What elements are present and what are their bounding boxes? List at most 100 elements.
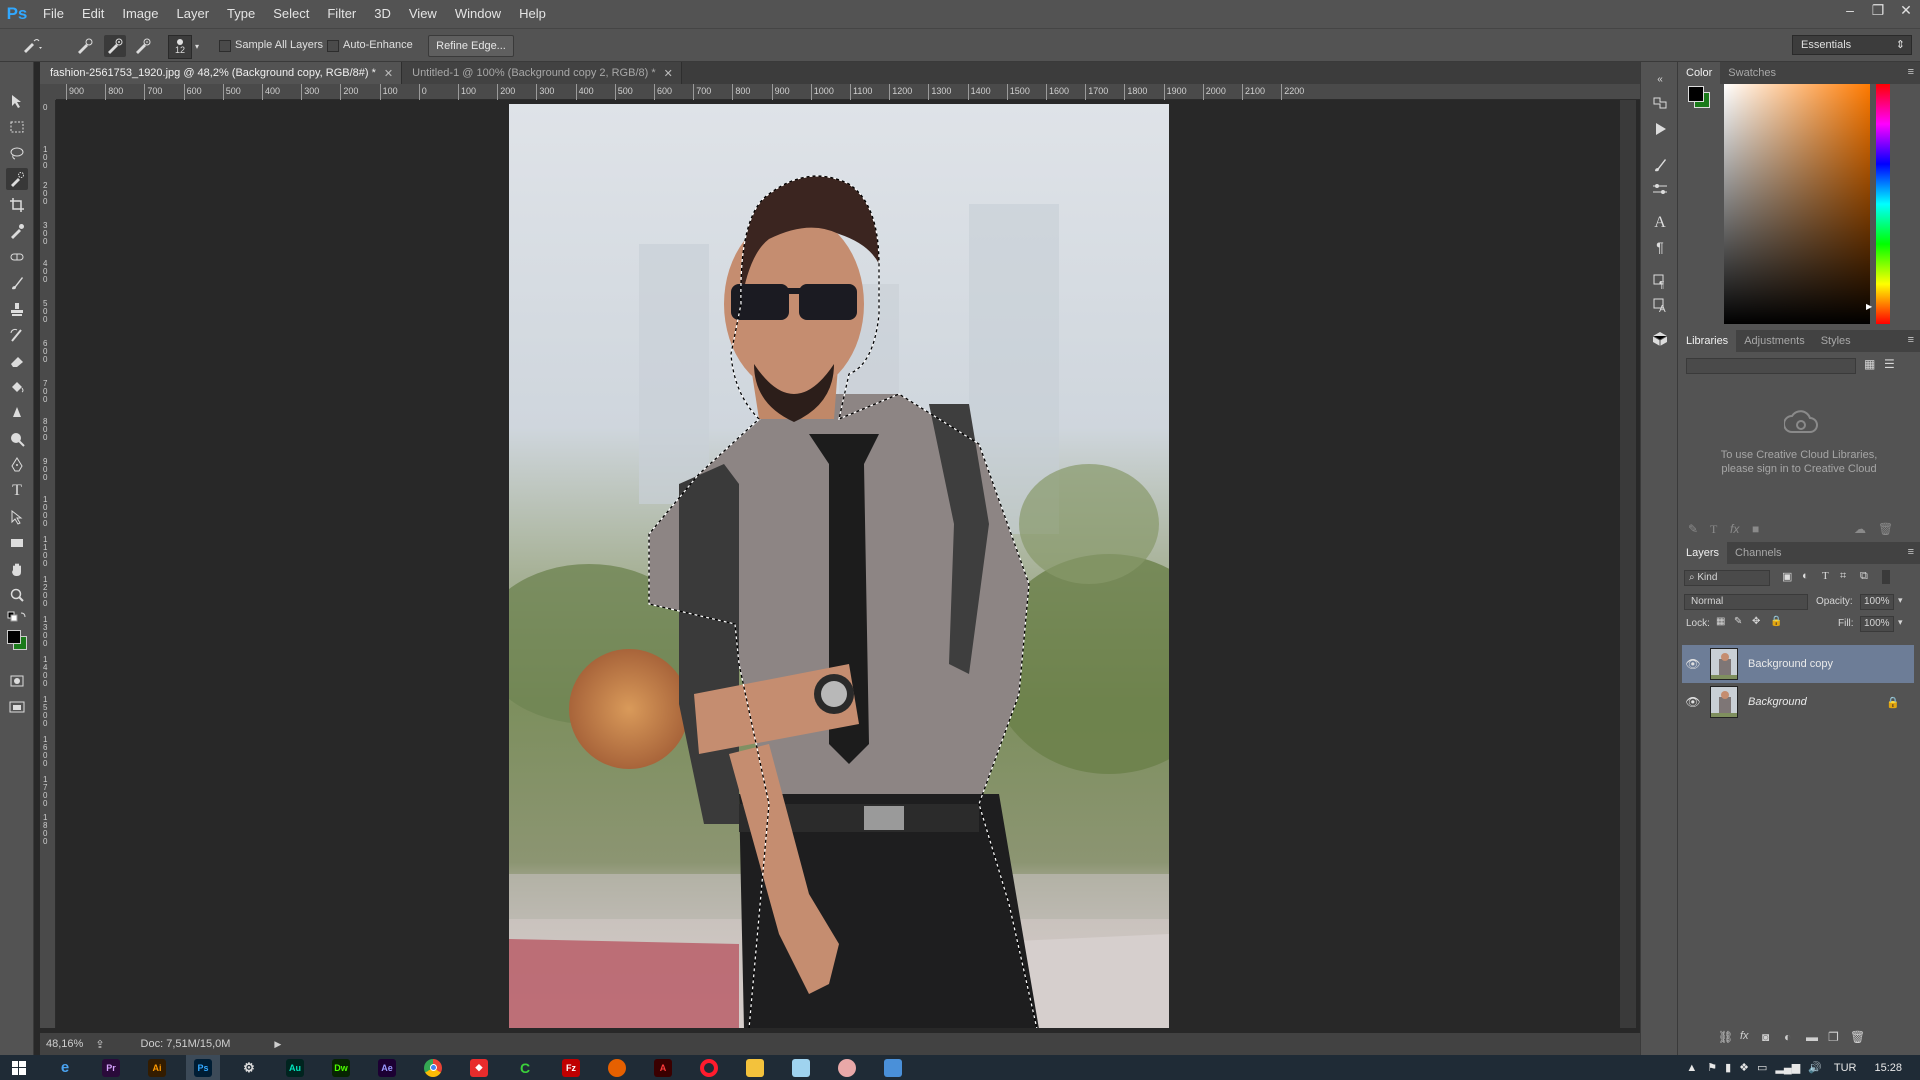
ruler-origin[interactable]	[40, 84, 56, 100]
sample-all-layers-checkbox[interactable]	[219, 40, 231, 52]
default-colors-icon[interactable]	[6, 610, 28, 624]
brush-panel-icon[interactable]	[1649, 178, 1671, 200]
color-field[interactable]	[1724, 84, 1870, 324]
brush-presets-icon[interactable]	[1649, 154, 1671, 176]
notepad-icon[interactable]	[784, 1055, 818, 1080]
layer-row-background[interactable]: 👁 Background 🔒	[1682, 683, 1914, 721]
photoshop-taskbar-icon[interactable]: Ps	[186, 1055, 220, 1080]
window-icon[interactable]	[876, 1055, 910, 1080]
refine-edge-button[interactable]: Refine Edge...	[428, 35, 514, 57]
tab-channels[interactable]: Channels	[1727, 542, 1789, 564]
paragraph-styles-icon[interactable]: ¶	[1649, 270, 1671, 292]
add-graphic-icon[interactable]: ✎	[1688, 522, 1698, 536]
zoom-level[interactable]: 48,16%	[46, 1038, 83, 1050]
zoom-tool-icon[interactable]	[6, 584, 28, 606]
menu-layer[interactable]: Layer	[168, 0, 219, 28]
move-tool-icon[interactable]	[6, 90, 28, 112]
healing-brush-tool-icon[interactable]	[6, 246, 28, 268]
opacity-input[interactable]: 100%	[1860, 594, 1894, 610]
file-explorer-icon[interactable]	[738, 1055, 772, 1080]
share-icon[interactable]: ⇪	[95, 1038, 104, 1051]
close-button[interactable]: ✕	[1892, 0, 1920, 20]
tab-libraries[interactable]: Libraries	[1678, 330, 1737, 352]
flag-icon[interactable]: ⚑	[1707, 1061, 1717, 1074]
hue-slider[interactable]	[1876, 84, 1890, 324]
library-select[interactable]	[1686, 358, 1856, 374]
menu-window[interactable]: Window	[446, 0, 510, 28]
lock-all-icon[interactable]: 🔒	[1770, 616, 1782, 627]
adjustment-layer-icon[interactable]: ◐	[1784, 1030, 1791, 1044]
history-panel-icon[interactable]	[1649, 92, 1671, 114]
grid-view-icon[interactable]: ▦	[1864, 357, 1875, 371]
red-app-icon[interactable]: ◆	[462, 1055, 496, 1080]
3d-panel-icon[interactable]	[1649, 328, 1671, 350]
type-tool-icon[interactable]: T	[6, 480, 28, 502]
layer-filter-select[interactable]: ⌕ Kind	[1684, 570, 1770, 586]
internet-explorer-icon[interactable]: e	[48, 1055, 82, 1080]
rectangle-tool-icon[interactable]	[6, 532, 28, 554]
layer-row-background-copy[interactable]: 👁 Background copy	[1682, 645, 1914, 683]
panel-menu-icon[interactable]: ≡	[1908, 334, 1914, 346]
chrome-icon[interactable]	[416, 1055, 450, 1080]
layer-style-icon[interactable]: fx	[1740, 1030, 1749, 1042]
close-icon[interactable]: ✕	[384, 67, 393, 80]
battery-icon[interactable]: ▮	[1725, 1061, 1731, 1074]
path-selection-tool-icon[interactable]	[6, 506, 28, 528]
menu-3d[interactable]: 3D	[365, 0, 400, 28]
add-color-icon[interactable]: ■	[1752, 522, 1759, 536]
auto-enhance-checkbox[interactable]	[327, 40, 339, 52]
tab-layers[interactable]: Layers	[1678, 542, 1728, 564]
menu-edit[interactable]: Edit	[73, 0, 113, 28]
paint-icon[interactable]	[830, 1055, 864, 1080]
minimize-button[interactable]: –	[1836, 0, 1864, 20]
lock-transparent-pixels-icon[interactable]: ▦	[1716, 616, 1725, 627]
pen-tool-icon[interactable]	[6, 454, 28, 476]
foreground-color-swatch[interactable]	[7, 630, 21, 644]
document-photo[interactable]	[509, 104, 1169, 1028]
acrobat-icon[interactable]: A	[646, 1055, 680, 1080]
audition-icon[interactable]: Au	[278, 1055, 312, 1080]
language-indicator[interactable]: TUR	[1834, 1062, 1857, 1074]
tab-adjustments[interactable]: Adjustments	[1736, 330, 1813, 352]
paragraph-panel-icon[interactable]: ¶	[1649, 236, 1671, 258]
tab-swatches[interactable]: Swatches	[1720, 62, 1784, 84]
actions-panel-icon[interactable]	[1649, 118, 1671, 140]
menu-select[interactable]: Select	[264, 0, 318, 28]
camtasia-icon[interactable]: C	[508, 1055, 542, 1080]
tab-color[interactable]: Color	[1678, 62, 1721, 84]
blend-mode-select[interactable]: Normal	[1684, 594, 1808, 610]
blur-tool-icon[interactable]	[6, 402, 28, 424]
brush-size-picker[interactable]: 12	[168, 35, 192, 59]
filter-type-icon[interactable]: T	[1822, 570, 1829, 582]
restore-button[interactable]: ❐	[1864, 0, 1892, 20]
menu-file[interactable]: File	[34, 0, 73, 28]
visibility-eye-icon[interactable]: 👁	[1682, 657, 1704, 671]
crop-tool-icon[interactable]	[6, 194, 28, 216]
new-group-icon[interactable]: ▬	[1806, 1030, 1818, 1044]
visibility-eye-icon[interactable]: 👁	[1682, 695, 1704, 709]
canvas-area[interactable]	[56, 100, 1640, 1028]
add-text-icon[interactable]: T	[1710, 522, 1717, 537]
settings-icon[interactable]: ⚙	[232, 1055, 266, 1080]
lock-image-pixels-icon[interactable]: ✎	[1734, 616, 1742, 627]
firefox-icon[interactable]	[600, 1055, 634, 1080]
filter-toggle[interactable]	[1882, 570, 1890, 584]
subtract-from-selection-icon[interactable]	[132, 35, 154, 57]
close-icon[interactable]: ✕	[664, 67, 673, 80]
tab-document-untitled[interactable]: Untitled-1 @ 100% (Background copy 2, RG…	[402, 62, 682, 84]
hue-marker-icon[interactable]: ▶	[1866, 302, 1872, 311]
collapse-arrows-icon[interactable]: «	[1649, 72, 1671, 86]
foreground-color-chip[interactable]	[1688, 86, 1704, 102]
dreamweaver-icon[interactable]: Dw	[324, 1055, 358, 1080]
status-menu-arrow-icon[interactable]: ▶	[274, 1039, 281, 1050]
menu-help[interactable]: Help	[510, 0, 555, 28]
filezilla-icon[interactable]: Fz	[554, 1055, 588, 1080]
menu-view[interactable]: View	[400, 0, 446, 28]
filter-shape-icon[interactable]: ⌗	[1840, 570, 1846, 583]
filter-smart-object-icon[interactable]: ⧉	[1860, 570, 1868, 583]
paint-bucket-tool-icon[interactable]	[6, 376, 28, 398]
delete-icon[interactable]: 🗑	[1878, 522, 1893, 536]
tray-overflow-icon[interactable]: ▲	[1686, 1062, 1697, 1074]
horizontal-ruler[interactable]: 900 800 700 600 500 400 300 200 100 0 100 200 300 400…	[56, 84, 1640, 100]
vertical-scrollbar[interactable]	[1620, 100, 1636, 1028]
